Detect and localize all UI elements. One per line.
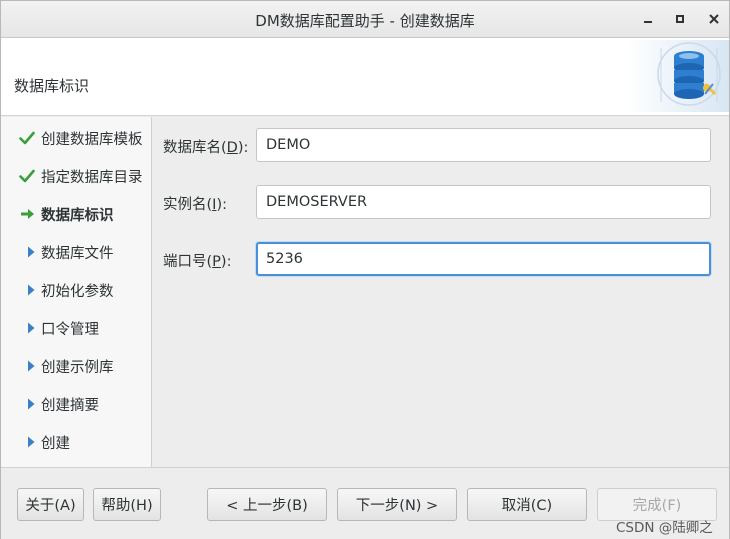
sidebar-item-db-files: 数据库文件 (1, 237, 152, 267)
title-bar[interactable]: DM数据库配置助手 - 创建数据库 (1, 1, 729, 38)
sidebar-item-sample-db: 创建示例库 (1, 351, 152, 381)
arrow-right-icon (1, 199, 41, 229)
sidebar-item-label: 创建示例库 (41, 359, 114, 376)
db-name-label: 数据库名(D): (163, 140, 249, 156)
sidebar-item-label: 数据库文件 (41, 245, 114, 262)
step-sidebar: 创建数据库模板 指定数据库目录 数据库标识 数据库文件 初始化参数 口令管理 创… (1, 117, 152, 467)
sidebar-item-init-params: 初始化参数 (1, 275, 152, 305)
database-config-icon (627, 40, 729, 112)
page-title: 数据库标识 (14, 77, 90, 95)
sidebar-item-label: 创建 (41, 435, 70, 452)
sidebar-item-db-identity: 数据库标识 (1, 199, 152, 229)
maximize-icon[interactable] (670, 9, 690, 29)
triangle-right-icon (1, 427, 41, 457)
minimize-icon[interactable] (638, 9, 658, 29)
watermark: CSDN @陆卿之 (616, 520, 713, 536)
sidebar-item-create-template: 创建数据库模板 (1, 123, 152, 153)
sidebar-item-create: 创建 (1, 427, 152, 457)
dm-config-assistant-window: DM数据库配置助手 - 创建数据库 数据库标识 创建数据库模板 指定数据库目录 … (0, 0, 730, 539)
button-bar: 关于(A) 帮助(H) < 上一步(B) 下一步(N) > 取消(C) 完成(F… (1, 467, 729, 539)
triangle-right-icon (1, 237, 41, 267)
triangle-right-icon (1, 389, 41, 419)
triangle-right-icon (1, 313, 41, 343)
sidebar-item-summary: 创建摘要 (1, 389, 152, 419)
check-icon (1, 161, 41, 191)
sidebar-item-label: 指定数据库目录 (41, 169, 143, 186)
instance-name-label: 实例名(I): (163, 197, 227, 213)
sidebar-item-label: 数据库标识 (41, 207, 114, 224)
db-identity-form: 数据库名(D): DEMO 实例名(I): DEMOSERVER 端口号(P):… (153, 117, 729, 467)
sidebar-item-db-directory: 指定数据库目录 (1, 161, 152, 191)
port-input[interactable]: 5236 (256, 242, 711, 276)
triangle-right-icon (1, 275, 41, 305)
triangle-right-icon (1, 351, 41, 381)
sidebar-item-label: 创建数据库模板 (41, 131, 143, 148)
page-header: 数据库标识 (1, 38, 729, 116)
port-label: 端口号(P): (163, 254, 232, 270)
instance-name-input[interactable]: DEMOSERVER (256, 185, 711, 219)
sidebar-item-label: 初始化参数 (41, 283, 114, 300)
back-button[interactable]: < 上一步(B) (207, 488, 327, 521)
about-button[interactable]: 关于(A) (17, 488, 84, 521)
window-title: DM数据库配置助手 - 创建数据库 (255, 12, 475, 30)
help-button[interactable]: 帮助(H) (93, 488, 161, 521)
next-button[interactable]: 下一步(N) > (337, 488, 457, 521)
sidebar-item-label: 创建摘要 (41, 397, 99, 414)
db-name-input[interactable]: DEMO (256, 128, 711, 162)
sidebar-item-password-mgmt: 口令管理 (1, 313, 152, 343)
close-icon[interactable] (704, 9, 724, 29)
check-icon (1, 123, 41, 153)
cancel-button[interactable]: 取消(C) (467, 488, 587, 521)
sidebar-item-label: 口令管理 (41, 321, 99, 338)
